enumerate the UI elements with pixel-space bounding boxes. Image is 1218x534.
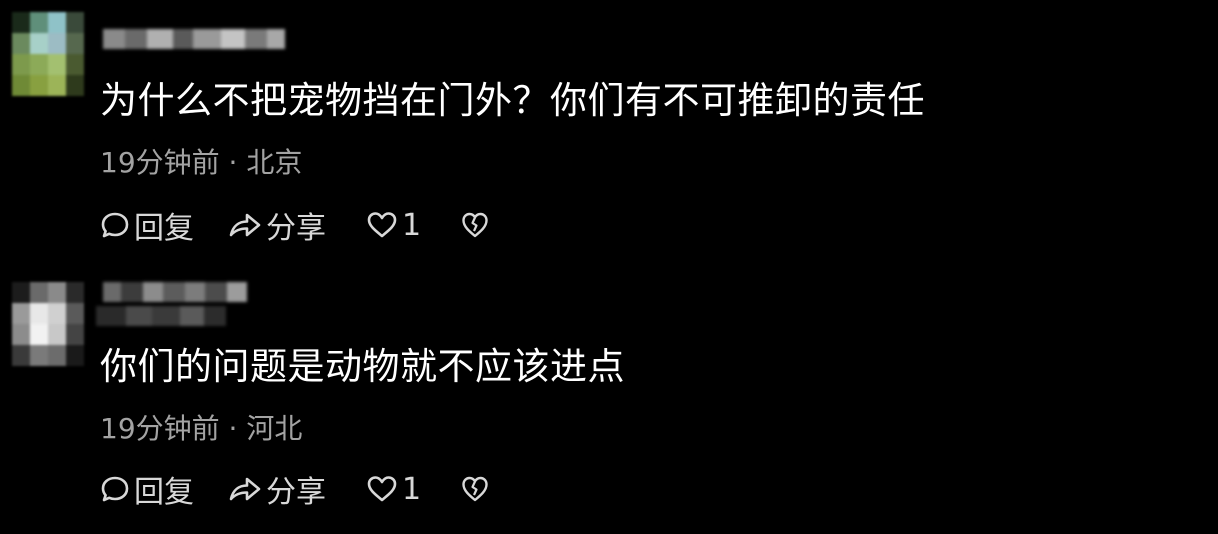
broken-heart-icon [460,474,490,504]
username-blurred[interactable] [103,282,247,302]
username-blurred-secondary [96,306,226,326]
comment-text: 你们的问题是动物就不应该进点 [100,345,625,388]
share-button[interactable]: 分享 [228,467,366,511]
share-icon [228,474,262,504]
share-label: 分享 [266,475,326,510]
like-count: 1 [402,471,422,507]
like-button[interactable]: 1 [366,472,460,507]
comment-meta: 19分钟前 · 河北 [100,412,303,445]
reply-label: 回复 [134,475,194,510]
heart-icon [366,474,398,504]
reply-button[interactable]: 回复 [100,467,228,511]
avatar[interactable] [12,282,84,366]
dislike-button[interactable] [460,474,490,504]
comment-icon [100,474,130,504]
action-bar: 回复 分享 1 [100,467,490,511]
comment-item: 你们的问题是动物就不应该进点 19分钟前 · 河北 回复 分享 1 [0,0,1218,534]
